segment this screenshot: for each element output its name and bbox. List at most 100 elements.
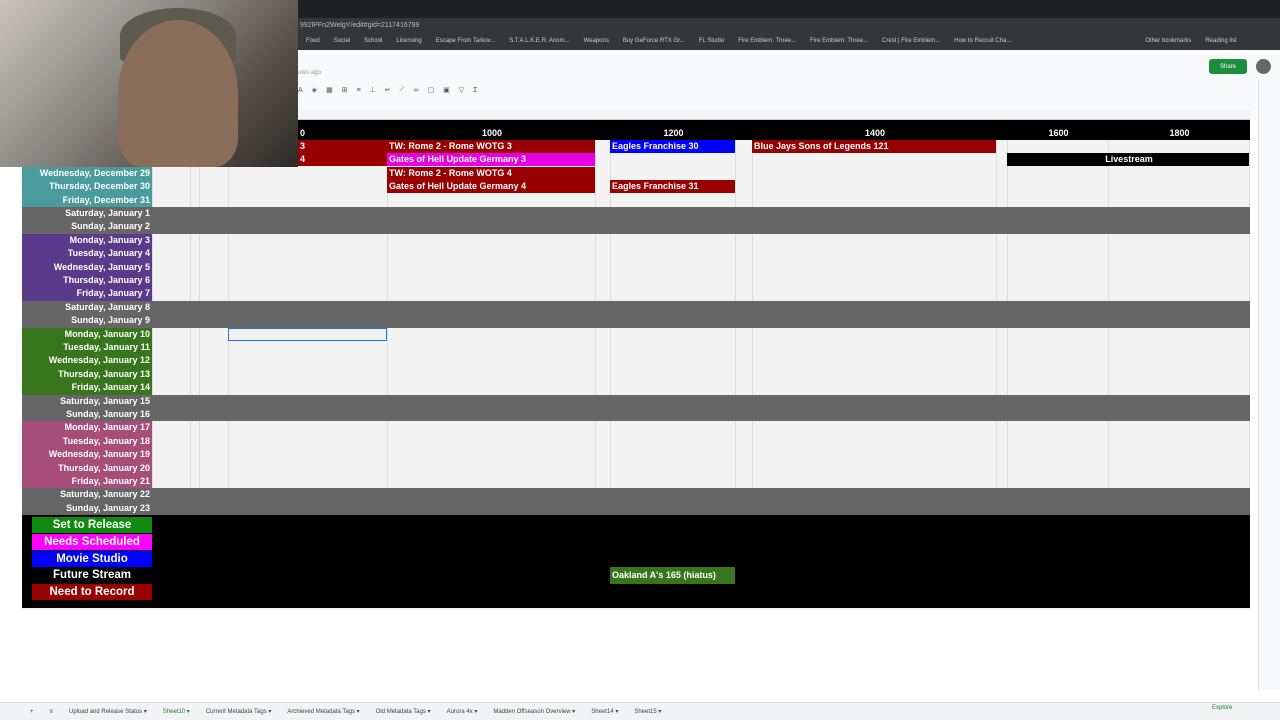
share-button[interactable]: Share [1209, 59, 1247, 74]
date-label[interactable]: Monday, January 17 [22, 421, 152, 435]
bookmark-item[interactable]: Food [306, 38, 320, 50]
legend-need-to-record: Need to Record [32, 584, 152, 601]
date-label[interactable]: Friday, January 21 [22, 475, 152, 489]
date-label[interactable]: Thursday, January 13 [22, 367, 152, 382]
legend-needs-scheduled: Needs Scheduled [32, 533, 152, 550]
time-header-label: 1200 [663, 128, 684, 138]
sheet-tab[interactable]: Sheet15 ▾ [634, 708, 661, 715]
sheet-tab[interactable]: Current Metadata Tags ▾ [206, 708, 272, 715]
last-edit-status[interactable]: utes ago [298, 70, 321, 76]
sheet-tab[interactable]: Sheet14 ▾ [591, 708, 618, 715]
functions-icon[interactable]: Σ [473, 87, 477, 94]
date-label[interactable]: Monday, January 3 [22, 233, 152, 248]
spreadsheet-grid[interactable]: 0 1000 1200 1400 1600 1800 Wednesday, December… [22, 120, 1250, 610]
bookmark-item[interactable]: Social [334, 38, 350, 50]
event-cell[interactable]: Livestream [1007, 153, 1249, 167]
date-label[interactable]: Friday, January 7 [22, 287, 152, 301]
fill-color-icon[interactable]: ◈ [312, 86, 317, 94]
link-icon[interactable]: ∞ [414, 87, 419, 94]
date-label[interactable]: Saturday, January 1 [22, 207, 152, 221]
event-cell[interactable]: 3 [298, 140, 387, 153]
weekend-row [22, 300, 1250, 315]
date-label[interactable]: Friday, December 31 [22, 193, 152, 207]
empty-grid-area[interactable] [22, 610, 1250, 700]
avatar[interactable] [1256, 59, 1271, 74]
sheet-tab[interactable]: Old Metadata Tags ▾ [376, 708, 431, 715]
event-cell[interactable]: Eagles Franchise 31 [610, 180, 735, 194]
bookmark-item[interactable]: Fire Emblem: Three... [810, 38, 868, 50]
text-color-icon[interactable]: A [298, 87, 303, 94]
borders-icon[interactable]: ▦ [326, 86, 333, 94]
weekend-row [22, 314, 1250, 328]
date-label[interactable]: Wednesday, January 19 [22, 448, 152, 462]
bookmark-item[interactable]: School [364, 38, 382, 50]
bookmark-item[interactable]: Escape From Tarkov... [436, 38, 495, 50]
time-header-label: 1000 [481, 128, 503, 138]
webcam-overlay [0, 0, 298, 167]
bookmark-item[interactable]: Other bookmarks [1145, 38, 1191, 50]
event-cell[interactable]: Gates of Hell Update Germany 3 [387, 153, 595, 167]
valign-icon[interactable]: ⊥ [370, 86, 376, 94]
sheet-tab[interactable]: Sheet10 ▾ [163, 708, 190, 715]
time-header-label: 1400 [864, 128, 886, 138]
bookmark-item[interactable]: Fire Emblem: Three... [738, 38, 796, 50]
sheet-tab[interactable]: Archieved Metadata Tags ▾ [287, 708, 359, 715]
date-label[interactable]: Saturday, January 15 [22, 394, 152, 408]
event-cell[interactable]: TW: Rome 2 - Rome WOTG 4 [387, 166, 595, 180]
bookmark-item[interactable]: Crest | Fire Emblem... [882, 38, 940, 50]
date-label[interactable]: Sunday, January 9 [22, 314, 152, 328]
legend-future-stream: Future Stream [32, 567, 152, 584]
sheet-tabs-bar: + ≡ Upload and Release Status ▾ Sheet10 ▾ Cu… [0, 702, 1280, 720]
date-label[interactable]: Sunday, January 2 [22, 220, 152, 234]
date-label[interactable]: Tuesday, January 18 [22, 434, 152, 449]
merge-icon[interactable]: ⊞ [342, 86, 348, 94]
weekend-row [22, 207, 1250, 221]
date-label[interactable]: Wednesday, December 29 [22, 166, 152, 181]
weekend-row [22, 220, 1250, 234]
date-label[interactable]: Thursday, December 30 [22, 180, 152, 194]
date-label[interactable]: Friday, January 14 [22, 381, 152, 395]
column-header[interactable] [298, 110, 1250, 120]
weekend-row [22, 394, 1250, 408]
bookmark-item[interactable]: Weapons [584, 38, 609, 50]
event-cell[interactable]: TW: Rome 2 - Rome WOTG 3 [387, 140, 595, 153]
bookmark-item[interactable]: FL Studio [699, 38, 724, 50]
date-label[interactable]: Tuesday, January 11 [22, 341, 152, 355]
event-cell[interactable]: Gates of Hell Update Germany 4 [387, 180, 595, 194]
date-label[interactable]: Tuesday, January 4 [22, 247, 152, 261]
event-cell[interactable]: 4 [298, 153, 387, 167]
date-label[interactable]: Monday, January 10 [22, 327, 152, 341]
bookmark-item[interactable]: Licensing [396, 38, 421, 50]
filter-icon[interactable]: ▽ [459, 86, 464, 94]
comment-icon[interactable]: ▢ [428, 86, 435, 94]
explore-button[interactable]: Explore [1212, 705, 1232, 711]
date-label[interactable]: Sunday, January 16 [22, 408, 152, 422]
event-cell[interactable]: Oakland A's 165 (hiatus) [610, 567, 735, 584]
selected-cell[interactable] [228, 328, 387, 341]
chart-icon[interactable]: ▣ [443, 86, 450, 94]
date-label[interactable]: Wednesday, January 12 [22, 354, 152, 368]
date-label[interactable]: Saturday, January 22 [22, 488, 152, 502]
wrap-icon[interactable]: ↵ [385, 86, 391, 94]
sheet-tab[interactable]: Upload and Release Status ▾ [69, 708, 147, 715]
date-label[interactable]: Thursday, January 6 [22, 274, 152, 288]
event-cell[interactable]: Blue Jays Sons of Legends 121 [752, 140, 996, 153]
sheet-tab[interactable]: Aurora 4x ▾ [447, 708, 478, 715]
event-cell[interactable]: Eagles Franchise 30 [610, 140, 735, 153]
add-sheet-icon[interactable]: + [30, 709, 34, 715]
date-label[interactable]: Thursday, January 20 [22, 461, 152, 475]
webcam-person [118, 20, 238, 167]
all-sheets-icon[interactable]: ≡ [50, 709, 54, 715]
bookmark-item[interactable]: How to Recruit Cha... [954, 38, 1011, 50]
align-icon[interactable]: ≡ [357, 87, 361, 94]
bookmark-item[interactable]: Reading list [1205, 38, 1236, 50]
bookmark-item[interactable]: S.T.A.L.K.E.R. Anom... [509, 38, 569, 50]
date-label[interactable]: Sunday, January 23 [22, 501, 152, 516]
time-header-label: 0 [300, 128, 306, 138]
date-label[interactable]: Wednesday, January 5 [22, 260, 152, 274]
bookmark-item[interactable]: Buy GeForce RTX Gr... [623, 38, 685, 50]
date-label[interactable]: Saturday, January 8 [22, 300, 152, 315]
rotate-icon[interactable]: ⟋ [400, 86, 405, 94]
sheet-tab[interactable]: Madden Offseason Overview ▾ [493, 708, 575, 715]
time-header-label: 1600 [1048, 128, 1069, 138]
